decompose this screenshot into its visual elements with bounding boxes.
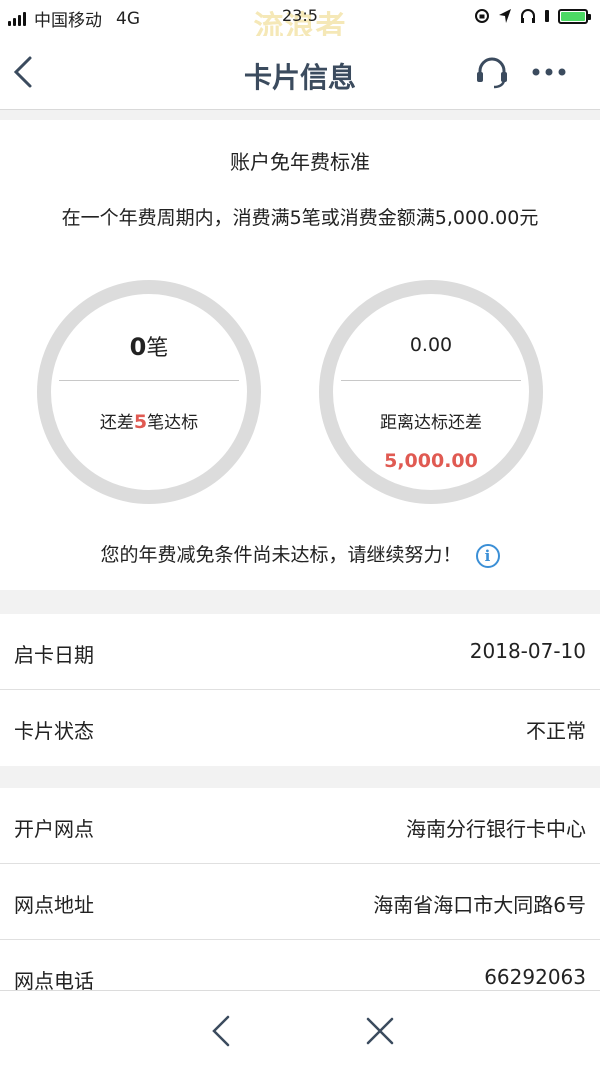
headphones-icon: [521, 9, 535, 23]
customer-service-button[interactable]: [472, 52, 512, 92]
chevron-left-icon: [212, 1015, 230, 1047]
remain-suffix: 笔达标: [147, 413, 199, 433]
count-number: 0: [129, 333, 147, 361]
network-type: 4G: [116, 8, 140, 29]
amount-label: 距离达标还差: [380, 413, 482, 433]
remain-number: 5: [133, 411, 148, 433]
bottom-toolbar: [0, 990, 600, 1067]
phone-number[interactable]: 66292063: [484, 965, 586, 989]
status-right: [466, 8, 591, 24]
headset-icon: [477, 57, 507, 89]
status-time: 23:5: [282, 6, 318, 25]
row-label: 开户网点: [14, 817, 94, 841]
alarm-icon: [545, 10, 549, 22]
list-item: 启卡日期 2018-07-10: [0, 614, 600, 690]
row-value: 海南省海口市大同路6号: [373, 893, 586, 917]
list-item: 卡片状态 不正常: [0, 690, 600, 766]
status-left: 中国移动 4G: [8, 6, 140, 31]
close-button[interactable]: [358, 1009, 402, 1053]
ring-divider: [59, 380, 239, 381]
ring-divider: [341, 380, 521, 381]
transaction-count-ring: 0笔 还差5笔达标: [37, 280, 261, 504]
remain-prefix: 还差: [99, 413, 134, 433]
count-unit: 笔: [146, 336, 169, 361]
fee-waiver-summary: 账户免年费标准 在一个年费周期内，消费满5笔或消费金额满5,000.00元 0笔…: [0, 120, 600, 590]
spending-amount-ring: 0.00 距离达标还差 5,000.00: [319, 280, 543, 504]
more-button[interactable]: [528, 52, 572, 92]
amount-value: 0.00: [409, 334, 453, 356]
list-item: 网点地址 海南省海口市大同路6号: [0, 864, 600, 940]
status-notice: 您的年费减免条件尚未达标，请继续努力！ i: [0, 540, 600, 568]
browser-back-button[interactable]: [200, 1009, 244, 1053]
row-value: 海南分行银行卡中心: [406, 817, 586, 841]
row-value: 不正常: [526, 719, 586, 743]
summary-description: 在一个年费周期内，消费满5笔或消费金额满5,000.00元: [61, 207, 539, 229]
row-label: 启卡日期: [14, 643, 94, 667]
nav-bar: 卡片信息: [0, 36, 600, 110]
signal-icon: [8, 11, 28, 26]
card-info-group: 启卡日期 2018-07-10 卡片状态 不正常: [0, 614, 600, 766]
count-value: 0笔: [51, 330, 247, 362]
more-icon: [532, 68, 566, 76]
amount-remaining: 5,000.00: [384, 450, 478, 472]
row-label: 网点地址: [14, 893, 94, 917]
carrier-name: 中国移动: [34, 11, 102, 31]
battery-icon: [558, 8, 591, 24]
close-icon: [366, 1017, 394, 1045]
count-remaining: 还差5笔达标: [51, 408, 247, 433]
notice-text: 您的年费减免条件尚未达标，请继续努力！: [100, 544, 462, 566]
status-bar: 中国移动 4G 流浪者 23:5: [0, 0, 600, 45]
row-value: 2018-07-10: [469, 639, 586, 663]
branch-info-group: 开户网点 海南分行银行卡中心 网点地址 海南省海口市大同路6号 网点电话 662…: [0, 788, 600, 1016]
info-icon[interactable]: i: [475, 543, 500, 568]
row-label: 卡片状态: [14, 719, 94, 743]
list-item: 开户网点 海南分行银行卡中心: [0, 788, 600, 864]
rotation-lock-icon: [475, 9, 489, 23]
location-icon: [499, 9, 511, 23]
summary-title: 账户免年费标准: [230, 150, 370, 174]
